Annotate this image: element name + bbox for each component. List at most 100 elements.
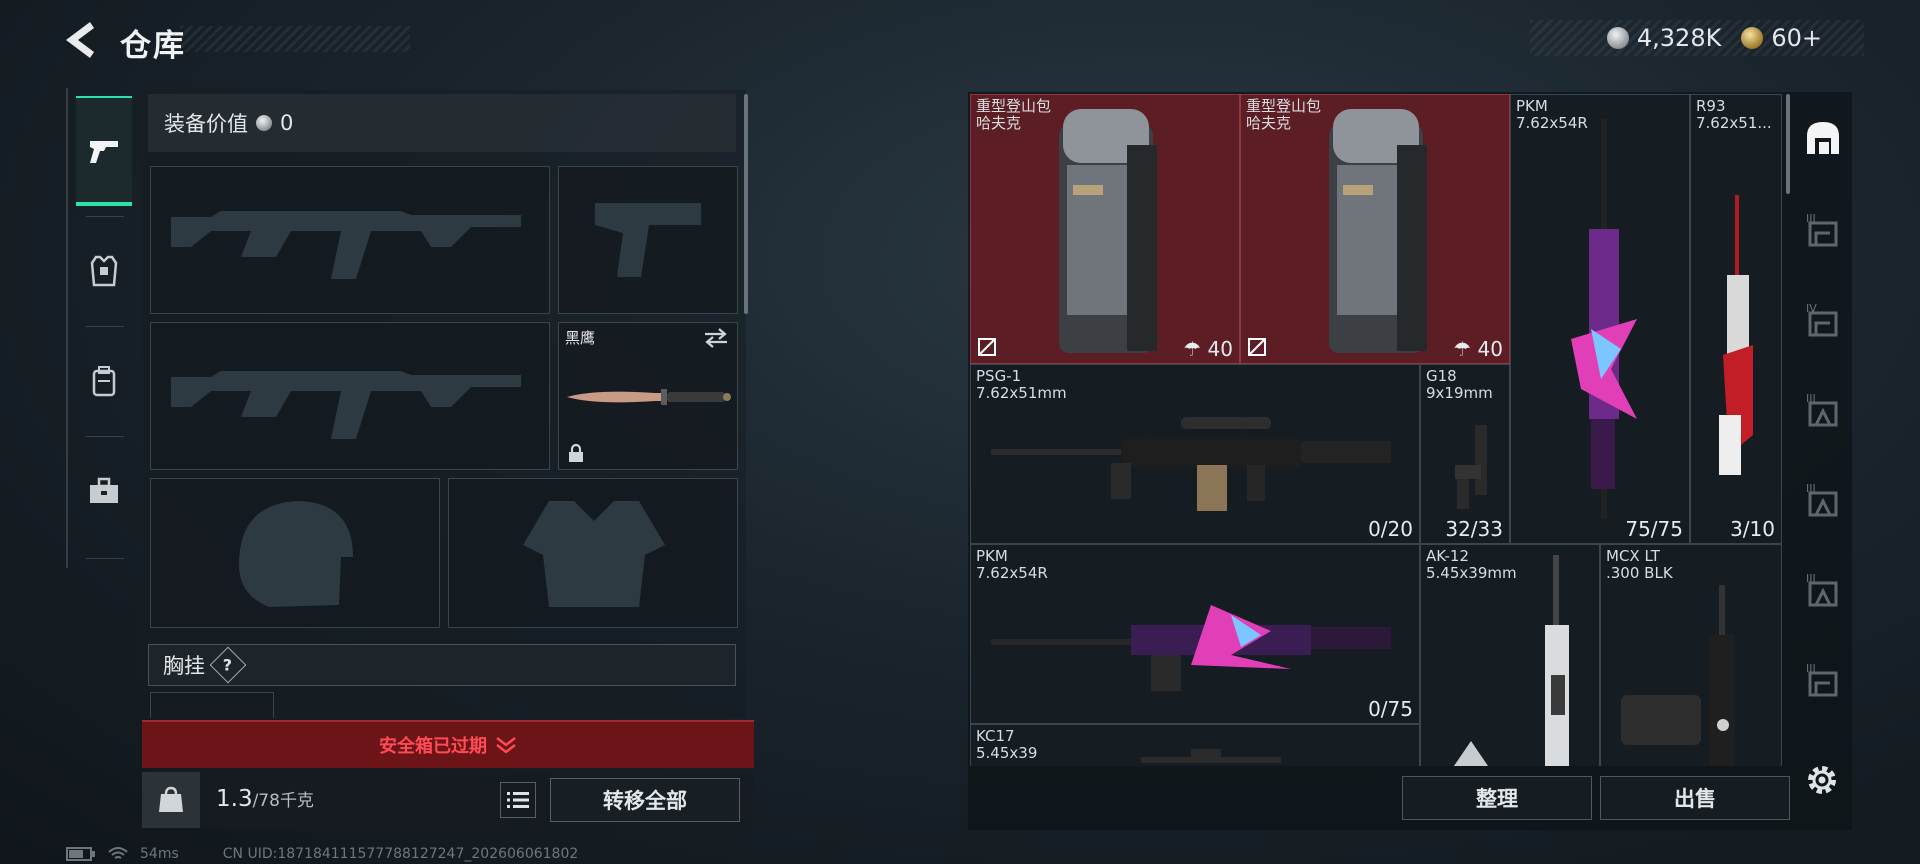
- item-ammo-count: 0/75: [1368, 697, 1413, 721]
- storage-tab-6[interactable]: III: [1798, 562, 1848, 622]
- silver-coin-icon: [1606, 27, 1629, 49]
- item-ammo-count: 0/20: [1368, 517, 1413, 541]
- psg1-rifle-icon: [991, 417, 1391, 511]
- page-title: 仓库: [120, 28, 186, 64]
- equipment-scrollbar[interactable]: [744, 94, 748, 314]
- inventory-scrollbar[interactable]: [1786, 94, 1790, 194]
- knife-name: 黑鹰: [565, 329, 596, 347]
- storage-tab-5[interactable]: III: [1798, 472, 1848, 532]
- item-name: PKM 7.62x54R: [976, 547, 1048, 582]
- helmet-silhouette-icon: [239, 501, 353, 607]
- inventory-item-r93[interactable]: R93 7.62x51... 3/10: [1690, 94, 1782, 544]
- rifle-silhouette-icon: [171, 211, 521, 279]
- item-capacity: ☂ 40: [1453, 337, 1503, 361]
- back-arrow-icon: [66, 22, 94, 58]
- item-name: G18 9x19mm: [1426, 367, 1493, 402]
- sell-button[interactable]: 出售: [1600, 776, 1790, 820]
- g18-pistol-icon: [1455, 425, 1487, 509]
- list-view-button[interactable]: [500, 782, 536, 818]
- chest-rig-row[interactable]: 胸挂 ?: [148, 644, 736, 686]
- helmet-slot[interactable]: [150, 478, 440, 628]
- title-decoration: [180, 26, 410, 52]
- inventory-item-backpack-1[interactable]: 重型登山包 哈夫克 ☂ 40: [970, 94, 1240, 364]
- mcx-lt-rifle-icon: [1621, 585, 1735, 766]
- transfer-all-button[interactable]: 转移全部: [550, 778, 740, 822]
- item-name: R93 7.62x51...: [1696, 97, 1772, 132]
- inventory-item-psg1[interactable]: PSG-1 7.62x51mm 0/20: [970, 364, 1420, 544]
- gold-currency-value: 60+: [1771, 24, 1822, 52]
- equipment-value: 0: [280, 111, 294, 135]
- category-misc[interactable]: [76, 436, 132, 546]
- inventory-item-kc17[interactable]: KC17 5.45x39: [970, 724, 1420, 766]
- equipment-panel: 装备价值 0 黑鹰 胸挂 ?: [142, 90, 746, 718]
- storage-tab-main[interactable]: [1798, 108, 1848, 168]
- secondary-weapon-slot[interactable]: [150, 322, 550, 470]
- inventory-item-pkm-2[interactable]: PKM 7.62x54R 0/75: [970, 544, 1420, 724]
- storage-tab-7[interactable]: III: [1798, 652, 1848, 712]
- storage-tab-rail: III IV III III III III: [1792, 92, 1852, 772]
- kc17-rifle-icon: [1141, 749, 1281, 763]
- capacity-icon: ☂: [1183, 337, 1202, 361]
- lock-icon: [569, 443, 583, 462]
- inventory-item-backpack-2[interactable]: 重型登山包 哈夫克 ☂ 40: [1240, 94, 1510, 364]
- backpack-icon: [1059, 109, 1157, 353]
- pistol-silhouette-icon: [595, 203, 701, 277]
- storage-tab-3[interactable]: IV: [1798, 292, 1848, 352]
- back-button[interactable]: [62, 18, 102, 62]
- category-armor[interactable]: [76, 216, 132, 326]
- storage-main-icon: [1807, 122, 1839, 154]
- inventory-grid: 重型登山包 哈夫克 ☂ 40 重型登山包 哈夫克 ☂ 40 PKM 7.62x5…: [970, 94, 1782, 766]
- sort-button[interactable]: 整理: [1402, 776, 1592, 820]
- inventory-item-mcx-lt[interactable]: MCX LT .300 BLK: [1600, 544, 1782, 766]
- item-capacity: ☂ 40: [1183, 337, 1233, 361]
- weight-bar: 1.3/78千克 转移全部: [142, 772, 754, 828]
- gold-coin-icon: [1741, 27, 1764, 49]
- category-weapons[interactable]: [76, 96, 132, 206]
- item-ammo-count: 75/75: [1625, 517, 1683, 541]
- chest-rig-slot[interactable]: [150, 692, 274, 718]
- inventory-item-ak12[interactable]: AK-12 5.45x39mm: [1420, 544, 1600, 766]
- safe-box-expired-banner[interactable]: 安全箱已过期: [142, 720, 754, 768]
- armor-slot[interactable]: [448, 478, 738, 628]
- r93-rifle-icon: [1719, 195, 1753, 475]
- inventory-item-pkm-1[interactable]: PKM 7.62x54R 75/75: [1510, 94, 1690, 544]
- weight-max: /78千克: [252, 791, 314, 811]
- help-icon[interactable]: ?: [209, 646, 247, 684]
- storage-tab-2[interactable]: III: [1798, 202, 1848, 262]
- backpack-icon: [92, 366, 116, 397]
- item-ammo-count: 32/33: [1445, 517, 1503, 541]
- currency-bar: 4,328K 60+: [1530, 20, 1864, 56]
- settings-button[interactable]: [1802, 760, 1842, 800]
- backpack-icon: [1329, 109, 1427, 353]
- no-storage-icon: [978, 338, 996, 356]
- battery-icon: [66, 847, 95, 861]
- weight-text: 1.3/78千克: [216, 786, 314, 812]
- pistol-icon: [90, 141, 118, 163]
- armor-silhouette-icon: [523, 501, 665, 607]
- item-name: 重型登山包 哈夫克: [976, 97, 1052, 132]
- item-name: 重型登山包 哈夫克: [1246, 97, 1322, 132]
- silver-currency-value: 4,328K: [1636, 24, 1722, 52]
- inventory-item-g18[interactable]: G18 9x19mm 32/33: [1420, 364, 1510, 544]
- safe-box-status: 安全箱已过期: [379, 736, 487, 757]
- swap-icon[interactable]: [703, 327, 729, 349]
- pistol-slot[interactable]: [558, 166, 738, 314]
- gear-icon: [1808, 766, 1836, 794]
- category-backpack[interactable]: [76, 326, 132, 436]
- list-icon: [507, 792, 529, 808]
- category-rail: [66, 88, 140, 568]
- melee-slot[interactable]: 黑鹰: [558, 322, 738, 470]
- status-bar: 54ms CN UID:18718411157778812724​7_20260…: [66, 846, 578, 862]
- equipment-value-row: 装备价值 0: [148, 94, 736, 152]
- inventory-panel: 重型登山包 哈夫克 ☂ 40 重型登山包 哈夫克 ☂ 40 PKM 7.62x5…: [968, 92, 1852, 830]
- weight-current: 1.3: [216, 786, 253, 812]
- ak12-rifle-icon: [1453, 555, 1569, 766]
- wifi-icon: [108, 847, 128, 859]
- pkm-rifle-icon: [1571, 119, 1637, 519]
- primary-weapon-slot[interactable]: [150, 166, 550, 314]
- rifle-silhouette-icon: [171, 371, 521, 439]
- storage-tab-4[interactable]: III: [1798, 382, 1848, 442]
- no-storage-icon: [1248, 338, 1266, 356]
- weight-icon: [142, 772, 200, 828]
- knife-icon: [567, 389, 731, 405]
